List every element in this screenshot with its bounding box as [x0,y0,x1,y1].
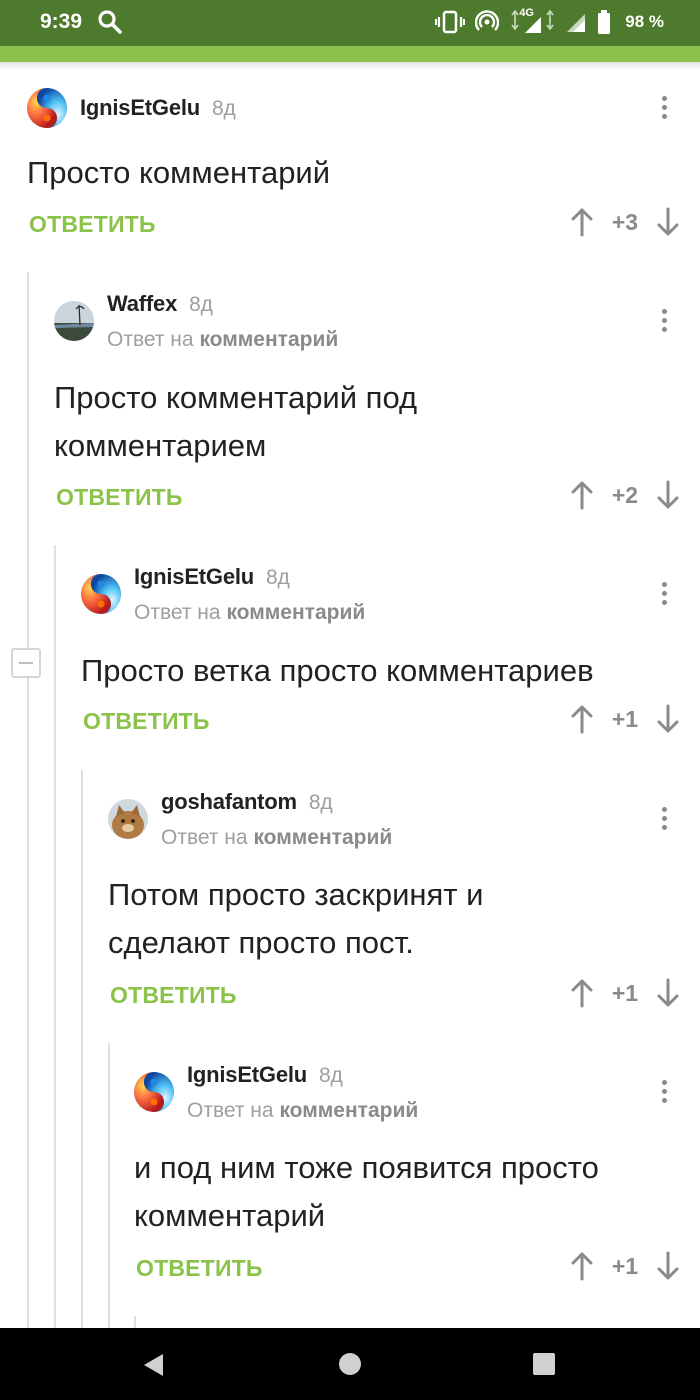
status-time: 9:39 [40,10,83,33]
upvote-icon[interactable] [570,480,594,510]
comment-date: 8д [189,293,213,316]
reply-to-prefix: Ответ на [134,601,221,624]
comment-date: 8д [308,791,333,814]
reply-to-line: Ответ на комментарий [107,328,338,352]
comment-1: IgnisEtGelu 8д Просто комментарий ОТВЕТИТ… [27,86,700,246]
more-options-icon[interactable] [654,308,674,334]
comment-text: и под ним тоже появится просто комментар… [134,1150,599,1233]
reply-to-prefix: Ответ на [161,826,248,849]
vibrate-icon [435,10,466,34]
comment-actions: ОТВЕТИТЬ +1 [83,708,700,748]
recents-icon[interactable] [532,1352,556,1376]
reply-to-prefix: Ответ на [187,1099,274,1122]
more-options-icon[interactable] [654,806,674,832]
comment-username[interactable]: Waffex 8д [107,291,213,317]
reply-button[interactable]: ОТВЕТИТЬ [83,708,210,735]
collapse-thread-button[interactable] [11,648,41,678]
comment-3: IgnisEtGelu 8д Ответ на комментарий Прост… [81,564,700,753]
reply-to-link[interactable]: комментарий [253,826,392,849]
comment-5: IgnisEtGelu 8д Ответ на комментарий и под… [134,1062,700,1291]
upvote-icon[interactable] [570,207,594,237]
downvote-icon[interactable] [656,704,680,734]
comment-actions: ОТВЕТИТЬ +3 [29,211,700,251]
username-text[interactable]: IgnisEtGelu [187,1062,307,1087]
reply-to-line: Ответ на комментарий [134,601,365,625]
comment-date: 8д [212,97,236,120]
vote-score: +3 [611,208,639,235]
battery-percent: 98 % [625,12,664,31]
avatar-landscape[interactable] [54,301,94,341]
upvote-icon[interactable] [570,1251,594,1281]
search-icon [98,10,122,34]
avatar-fire-ice[interactable] [81,574,121,614]
thread-line-level-4 [108,1043,110,1328]
comment-actions: ОТВЕТИТЬ +1 [110,982,700,1022]
username-text[interactable]: goshafantom [161,789,297,814]
vote-score: +2 [611,481,639,508]
downvote-icon[interactable] [656,1251,680,1281]
reply-to-link[interactable]: комментарий [226,601,365,624]
comment-username[interactable]: IgnisEtGelu 8д [80,95,236,121]
comment-actions: ОТВЕТИТЬ +1 [136,1255,700,1295]
thread-line-level-2 [54,545,56,1328]
comment-text: Просто комментарий [27,155,331,190]
system-navigation-bar [0,1328,700,1400]
comment-username[interactable]: IgnisEtGelu 8д [187,1062,343,1088]
more-options-icon[interactable] [654,581,674,607]
reply-to-line: Ответ на комментарий [161,826,392,850]
reply-button[interactable]: ОТВЕТИТЬ [110,982,237,1009]
home-icon[interactable] [338,1352,362,1376]
header-shadow [0,62,700,70]
comment-text: Просто ветка просто комментариев [81,653,594,688]
more-options-icon[interactable] [654,95,674,121]
comment-date: 8д [319,1064,343,1087]
username-text[interactable]: IgnisEtGelu [80,95,200,120]
header-accent-bar [0,46,700,62]
comment-4: goshafantom 8д Ответ на комментарий Потом… [108,789,700,1018]
reply-to-line: Ответ на комментарий [187,1099,418,1123]
wifi-signal-icon [567,14,586,32]
comment-date: 8д [266,566,290,589]
avatar-fire-ice[interactable] [134,1072,174,1112]
avatar-cat[interactable] [108,799,148,839]
comment-actions: ОТВЕТИТЬ +2 [56,484,700,524]
vote-score: +1 [611,979,639,1006]
mobile-signal-icon: 4G [509,7,555,35]
reply-button[interactable]: ОТВЕТИТЬ [29,211,156,238]
reply-to-prefix: Ответ на [107,328,194,351]
vote-score: +1 [611,705,639,732]
status-bar: 9:39 4G 98 % [0,0,700,46]
downvote-icon[interactable] [656,480,680,510]
username-text[interactable]: IgnisEtGelu [134,564,254,589]
back-icon[interactable] [141,1352,167,1378]
upvote-icon[interactable] [570,978,594,1008]
comment-2: Waffex 8д Ответ на комментарий Просто ком… [54,291,700,520]
comment-username[interactable]: IgnisEtGelu 8д [134,564,290,590]
downvote-icon[interactable] [656,207,680,237]
comment-text: Потом просто заскринят и сделают просто … [108,877,484,960]
comment-username[interactable]: goshafantom 8д [161,789,333,815]
more-options-icon[interactable] [654,1079,674,1105]
hotspot-icon [475,10,500,31]
reply-to-link[interactable]: комментарий [199,328,338,351]
battery-icon [598,10,611,34]
thread-line-level-3 [81,770,83,1328]
thread-line-level-5 [134,1316,136,1328]
network-type: 4G [519,7,534,19]
upvote-icon[interactable] [570,704,594,734]
avatar-fire-ice[interactable] [27,88,67,128]
reply-button[interactable]: ОТВЕТИТЬ [56,484,183,511]
vote-score: +1 [611,1252,639,1279]
reply-button[interactable]: ОТВЕТИТЬ [136,1255,263,1282]
reply-to-link[interactable]: комментарий [279,1099,418,1122]
comment-text: Просто комментарий под комментарием [54,380,418,463]
downvote-icon[interactable] [656,978,680,1008]
thread-line-level-1 [27,272,29,1328]
username-text[interactable]: Waffex [107,291,177,316]
